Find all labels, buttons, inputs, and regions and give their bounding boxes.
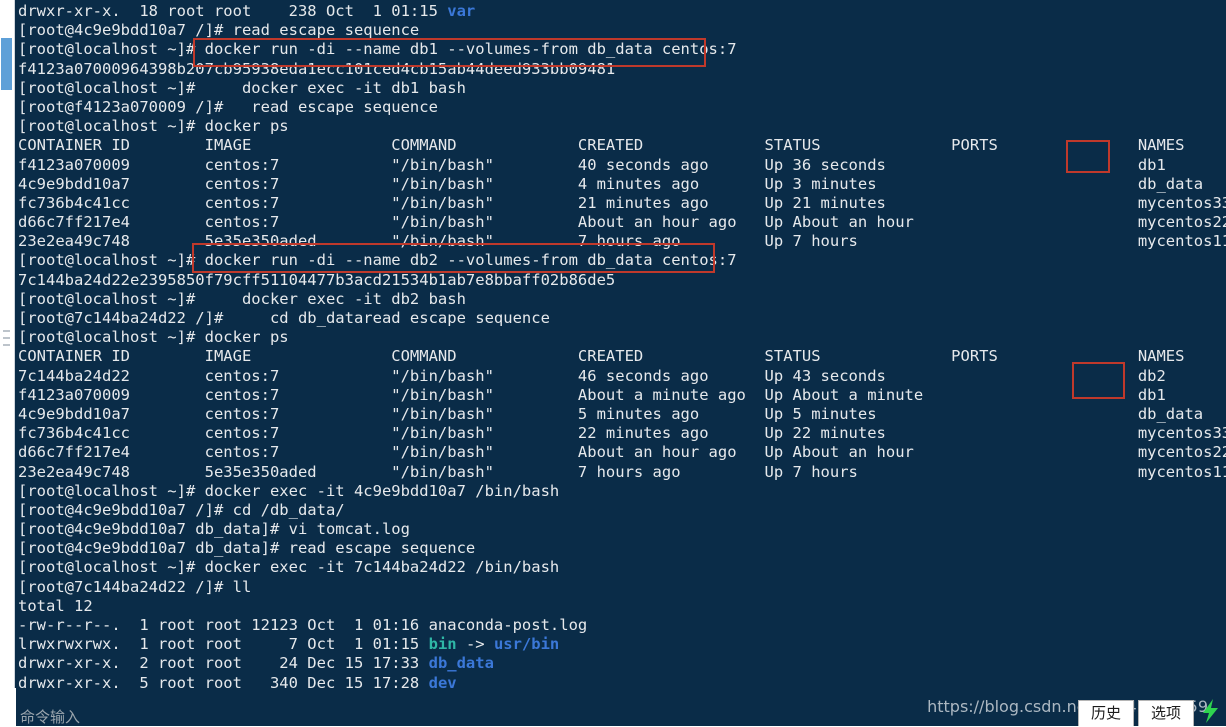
vertical-scrollbar[interactable] bbox=[0, 0, 15, 700]
scrollbar-thumb[interactable] bbox=[1, 38, 12, 90]
terminal-line: 23e2ea49c748 5e35e350aded "/bin/bash" 7 … bbox=[18, 463, 1226, 482]
terminal-text: drwxr-xr-x. 5 root root 340 Dec 15 17:28 bbox=[18, 673, 429, 688]
terminal-text: [root@7c144ba24d22 /]# ll bbox=[18, 577, 252, 596]
terminal-line: [root@localhost ~]# docker exec -it db2 … bbox=[18, 290, 1226, 309]
terminal-text: [root@4c9e9bdd10a7 db_data]# read escape… bbox=[18, 539, 476, 558]
terminal-text: -rw-r--r--. 1 root root 12123 Oct 1 01:1… bbox=[18, 616, 588, 634]
terminal-output[interactable]: drwxr-xr-x. 18 root root 238 Oct 1 01:15… bbox=[16, 0, 1226, 688]
terminal-line: fc736b4c41cc centos:7 "/bin/bash" 21 min… bbox=[18, 194, 1226, 213]
terminal-text-colored: db_data bbox=[428, 654, 494, 673]
terminal-text: [root@f4123a070009 /]# read escape seque… bbox=[18, 97, 438, 116]
terminal-text: CONTAINER ID IMAGE COMMAND CREATED STATU… bbox=[18, 136, 1185, 155]
terminal-line: [root@4c9e9bdd10a7 db_data]# read escape… bbox=[18, 539, 1226, 558]
terminal-line: -rw-r--r--. 1 root root 12123 Oct 1 01:1… bbox=[18, 616, 1226, 635]
terminal-text: [root@localhost ~]# docker ps bbox=[18, 328, 289, 347]
terminal-text: drwxr-xr-x. 2 root root 24 Dec 15 17:33 bbox=[18, 654, 429, 673]
terminal-text: 23e2ea49c748 5e35e350aded "/bin/bash" 7 … bbox=[18, 462, 1226, 481]
terminal-line: fc736b4c41cc centos:7 "/bin/bash" 22 min… bbox=[18, 424, 1226, 443]
terminal-line: drwxr-xr-x. 5 root root 340 Dec 15 17:28… bbox=[18, 674, 1226, 688]
terminal-text: 23e2ea49c748 5e35e350aded "/bin/bash" 7 … bbox=[18, 232, 1226, 251]
terminal-text-colored: dev bbox=[428, 673, 457, 688]
terminal-window: drwxr-xr-x. 18 root root 238 Oct 1 01:15… bbox=[0, 0, 1226, 726]
terminal-line: drwxr-xr-x. 18 root root 238 Oct 1 01:15… bbox=[18, 2, 1226, 21]
terminal-text: [root@localhost ~]# docker ps bbox=[18, 117, 289, 136]
terminal-text: [root@4c9e9bdd10a7 db_data]# vi tomcat.l… bbox=[18, 520, 410, 539]
terminal-line: [root@7c144ba24d22 /]# ll bbox=[18, 578, 1226, 597]
terminal-text: CONTAINER ID IMAGE COMMAND CREATED STATU… bbox=[18, 347, 1185, 366]
bottom-bar-buttons: 历史 选项 bbox=[1074, 700, 1194, 726]
terminal-text: lrwxrwxrwx. 1 root root 7 Oct 1 01:15 bbox=[18, 635, 429, 654]
terminal-text: [root@4c9e9bdd10a7 /]# cd /db_data/ bbox=[18, 500, 345, 519]
terminal-line: 7c144ba24d22 centos:7 "/bin/bash" 46 sec… bbox=[18, 367, 1226, 386]
terminal-line: CONTAINER ID IMAGE COMMAND CREATED STATU… bbox=[18, 347, 1226, 366]
terminal-line: 4c9e9bdd10a7 centos:7 "/bin/bash" 4 minu… bbox=[18, 175, 1226, 194]
terminal-line: f4123a070009 centos:7 "/bin/bash" 40 sec… bbox=[18, 156, 1226, 175]
terminal-text-colored: bin bbox=[428, 635, 457, 654]
terminal-line: [root@localhost ~]# docker run -di --nam… bbox=[18, 40, 1226, 59]
terminal-line: d66c7ff217e4 centos:7 "/bin/bash" About … bbox=[18, 213, 1226, 232]
terminal-line: [root@localhost ~]# docker exec -it 4c9e… bbox=[18, 482, 1226, 501]
terminal-text: [root@localhost ~]# docker run -di --nam… bbox=[18, 40, 737, 59]
terminal-line: drwxr-xr-x. 2 root root 24 Dec 15 17:33 … bbox=[18, 654, 1226, 673]
terminal-text: f4123a070009 centos:7 "/bin/bash" 40 sec… bbox=[18, 155, 1166, 174]
terminal-line: 4c9e9bdd10a7 centos:7 "/bin/bash" 5 minu… bbox=[18, 405, 1226, 424]
terminal-text: 7c144ba24d22 centos:7 "/bin/bash" 46 sec… bbox=[18, 366, 1166, 385]
terminal-text: 7c144ba24d22e2395850f79cff51104477b3acd2… bbox=[18, 270, 616, 289]
terminal-text-colored: var bbox=[447, 2, 476, 20]
terminal-line: [root@localhost ~]# docker exec -it 7c14… bbox=[18, 558, 1226, 577]
terminal-text: [root@localhost ~]# docker exec -it 4c9e… bbox=[18, 481, 560, 500]
terminal-text: d66c7ff217e4 centos:7 "/bin/bash" About … bbox=[18, 443, 1226, 462]
terminal-text: [root@localhost ~]# docker exec -it 7c14… bbox=[18, 558, 560, 577]
terminal-text: [root@localhost ~]# docker exec -it db1 … bbox=[18, 78, 466, 97]
terminal-line: [root@4c9e9bdd10a7 /]# cd /db_data/ bbox=[18, 501, 1226, 520]
terminal-text: drwxr-xr-x. 18 root root 238 Oct 1 01:15 bbox=[18, 2, 448, 20]
terminal-text: fc736b4c41cc centos:7 "/bin/bash" 21 min… bbox=[18, 193, 1226, 212]
terminal-text: d66c7ff217e4 centos:7 "/bin/bash" About … bbox=[18, 213, 1226, 232]
terminal-line: f4123a070009 centos:7 "/bin/bash" About … bbox=[18, 386, 1226, 405]
terminal-line: [root@localhost ~]# docker ps bbox=[18, 328, 1226, 347]
terminal-text: f4123a070009 centos:7 "/bin/bash" About … bbox=[18, 385, 1166, 404]
terminal-text: [root@4c9e9bdd10a7 /]# read escape seque… bbox=[18, 21, 420, 40]
terminal-line: [root@7c144ba24d22 /]# cd db_dataread es… bbox=[18, 309, 1226, 328]
terminal-line: [root@4c9e9bdd10a7 /]# read escape seque… bbox=[18, 21, 1226, 40]
command-input-label[interactable]: 命令输入 bbox=[20, 706, 80, 727]
terminal-line: [root@localhost ~]# docker run -di --nam… bbox=[18, 251, 1226, 270]
terminal-line: CONTAINER ID IMAGE COMMAND CREATED STATU… bbox=[18, 136, 1226, 155]
terminal-text: fc736b4c41cc centos:7 "/bin/bash" 22 min… bbox=[18, 424, 1226, 443]
terminal-line: [root@localhost ~]# docker ps bbox=[18, 117, 1226, 136]
terminal-text-colored: usr/bin bbox=[493, 635, 560, 654]
terminal-text: 4c9e9bdd10a7 centos:7 "/bin/bash" 4 minu… bbox=[18, 174, 1204, 193]
history-button[interactable]: 历史 bbox=[1078, 700, 1134, 726]
scrollbar-marks bbox=[3, 330, 11, 360]
terminal-text: [root@7c144ba24d22 /]# cd db_dataread es… bbox=[18, 309, 550, 327]
terminal-text: total 12 bbox=[18, 596, 93, 615]
terminal-text: -> bbox=[456, 635, 494, 654]
terminal-line: 23e2ea49c748 5e35e350aded "/bin/bash" 7 … bbox=[18, 232, 1226, 251]
terminal-line: total 12 bbox=[18, 597, 1226, 616]
options-button[interactable]: 选项 bbox=[1138, 700, 1194, 726]
terminal-line: [root@4c9e9bdd10a7 db_data]# vi tomcat.l… bbox=[18, 520, 1226, 539]
lightning-bolt-icon bbox=[1203, 699, 1218, 723]
terminal-text: [root@localhost ~]# docker run -di --nam… bbox=[18, 251, 737, 270]
terminal-line: [root@f4123a070009 /]# read escape seque… bbox=[18, 98, 1226, 117]
terminal-text: f4123a07000964398b207cb95938eda1ecc101ce… bbox=[18, 59, 616, 78]
terminal-line: 7c144ba24d22e2395850f79cff51104477b3acd2… bbox=[18, 271, 1226, 290]
terminal-text: 4c9e9bdd10a7 centos:7 "/bin/bash" 5 minu… bbox=[18, 404, 1204, 423]
terminal-text: [root@localhost ~]# docker exec -it db2 … bbox=[18, 289, 466, 308]
terminal-line: lrwxrwxrwx. 1 root root 7 Oct 1 01:15 bi… bbox=[18, 635, 1226, 654]
terminal-line: d66c7ff217e4 centos:7 "/bin/bash" About … bbox=[18, 443, 1226, 462]
terminal-line: [root@localhost ~]# docker exec -it db1 … bbox=[18, 79, 1226, 98]
terminal-line: f4123a07000964398b207cb95938eda1ecc101ce… bbox=[18, 60, 1226, 79]
